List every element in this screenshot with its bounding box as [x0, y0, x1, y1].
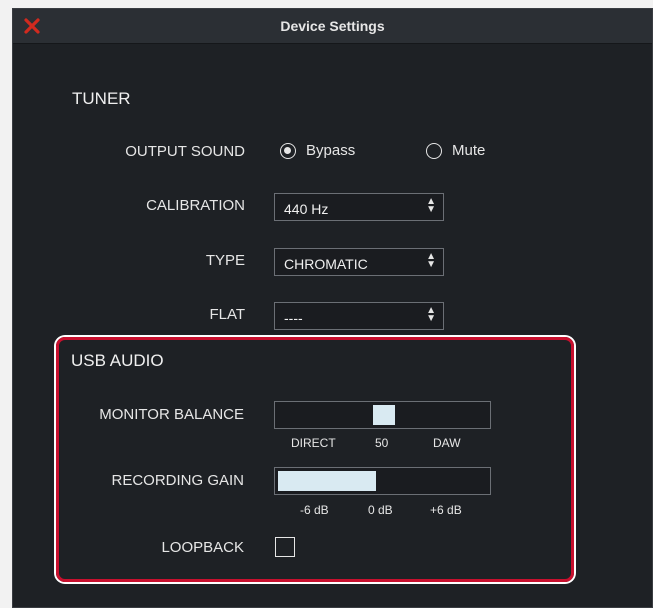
monitor-balance-tick-50: 50	[375, 436, 389, 450]
tuner-section-title: TUNER	[72, 89, 131, 108]
monitor-balance-slider[interactable]	[274, 401, 491, 429]
type-value: CHROMATIC	[284, 256, 368, 272]
recording-gain-fill	[278, 471, 376, 491]
monitor-balance-label: MONITOR BALANCE	[99, 406, 244, 423]
type-label: TYPE	[205, 252, 245, 269]
output-sound-label: OUTPUT SOUND	[125, 143, 245, 160]
flat-label: FLAT	[209, 306, 245, 323]
up-down-arrows-icon: ▲ ▼	[426, 196, 436, 215]
monitor-balance-thumb[interactable]	[372, 405, 395, 425]
window-title: Device Settings	[280, 18, 385, 34]
radio-mute-label: Mute	[452, 142, 486, 159]
flat-value: ----	[284, 310, 303, 326]
monitor-balance-tick-direct: DIRECT	[291, 436, 336, 450]
radio-mute[interactable]: Mute	[426, 142, 485, 159]
recording-gain-tick-plus6: +6 dB	[430, 503, 462, 517]
recording-gain-slider[interactable]	[274, 467, 491, 495]
recording-gain-tick-0: 0 dB	[368, 503, 393, 517]
recording-gain-label: RECORDING GAIN	[111, 472, 244, 489]
loopback-checkbox[interactable]	[275, 537, 295, 557]
calibration-select[interactable]: 440 Hz ▲ ▼	[274, 193, 444, 221]
calibration-label: CALIBRATION	[146, 197, 245, 214]
monitor-balance-tick-daw: DAW	[433, 436, 461, 450]
calibration-value: 440 Hz	[284, 201, 329, 217]
radio-selected-icon	[280, 142, 296, 159]
title-bar: Device Settings	[13, 9, 652, 44]
radio-unselected-icon	[426, 142, 442, 159]
radio-bypass[interactable]: Bypass	[280, 142, 355, 159]
usb-audio-section-title: USB AUDIO	[71, 351, 164, 370]
radio-bypass-label: Bypass	[306, 142, 356, 159]
recording-gain-tick-minus6: -6 dB	[300, 503, 329, 517]
loopback-label: LOOPBACK	[161, 539, 244, 556]
up-down-arrows-icon: ▲ ▼	[426, 305, 436, 324]
flat-select[interactable]: ---- ▲ ▼	[274, 302, 444, 330]
type-select[interactable]: CHROMATIC ▲ ▼	[274, 248, 444, 276]
up-down-arrows-icon: ▲ ▼	[426, 251, 436, 270]
